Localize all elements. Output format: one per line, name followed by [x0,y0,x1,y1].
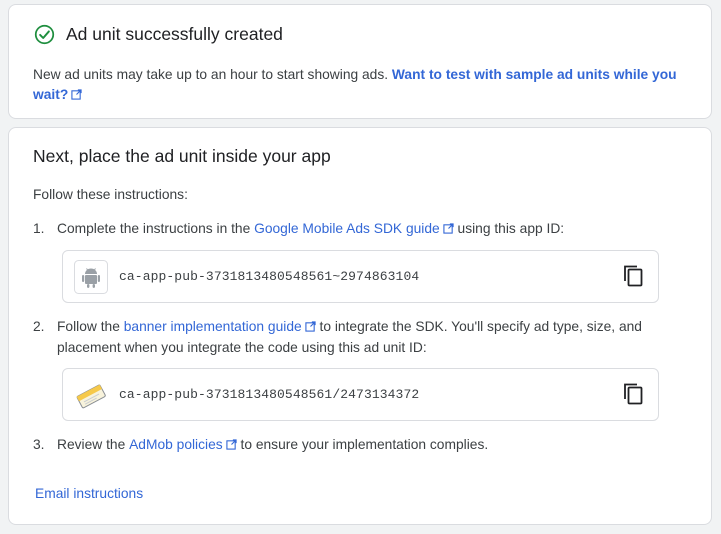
android-icon [74,260,108,294]
external-link-icon [71,89,82,100]
next-steps-card: Next, place the ad unit inside your app … [8,127,712,525]
ad-unit-id-value[interactable]: ca-app-pub-3731813480548561/2473134372 [119,387,419,402]
external-link-icon [443,223,454,234]
step-text-post: using this app ID: [453,221,565,236]
success-header: Ad unit successfully created [34,24,283,45]
external-link-icon [305,321,316,332]
success-description: New ad units may take up to an hour to s… [33,65,693,105]
check-circle-icon [34,24,55,45]
step-text: Review the AdMob policies to ensure your… [57,434,687,455]
ad-unit-id-box: ca-app-pub-3731813480548561/2473134372 [62,368,659,421]
follow-instructions-label: Follow these instructions: [33,187,188,202]
sdk-guide-link-label: Google Mobile Ads SDK guide [254,221,440,236]
step-text-pre: Follow the [57,319,124,334]
sdk-guide-link[interactable]: Google Mobile Ads SDK guide [254,221,454,236]
app-id-value[interactable]: ca-app-pub-3731813480548561~2974863104 [119,269,419,284]
step-text-post: to ensure your implementation complies. [236,437,489,452]
email-instructions-link[interactable]: Email instructions [35,486,143,501]
admob-policies-link[interactable]: AdMob policies [129,437,237,452]
admob-policies-link-label: AdMob policies [129,437,223,452]
copy-icon[interactable] [622,382,644,406]
success-description-text: New ad units may take up to an hour to s… [33,67,392,82]
step-number: 1. [33,221,45,236]
success-card: Ad unit successfully created New ad unit… [8,4,712,119]
success-title: Ad unit successfully created [66,24,283,44]
step-number: 3. [33,437,45,452]
step-number: 2. [33,319,45,334]
step-text: Complete the instructions in the Google … [57,218,687,239]
step-text-pre: Review the [57,437,130,452]
next-steps-title: Next, place the ad unit inside your app [33,146,331,166]
banner-ad-icon [76,384,106,409]
banner-guide-link-label: banner implementation guide [123,319,302,334]
banner-guide-link[interactable]: banner implementation guide [124,319,316,334]
app-id-box: ca-app-pub-3731813480548561~2974863104 [62,250,659,303]
step-text: Follow the banner implementation guide t… [57,316,687,358]
step-text-pre: Complete the instructions in the [57,221,255,236]
copy-icon[interactable] [622,264,644,288]
external-link-icon [226,439,237,450]
